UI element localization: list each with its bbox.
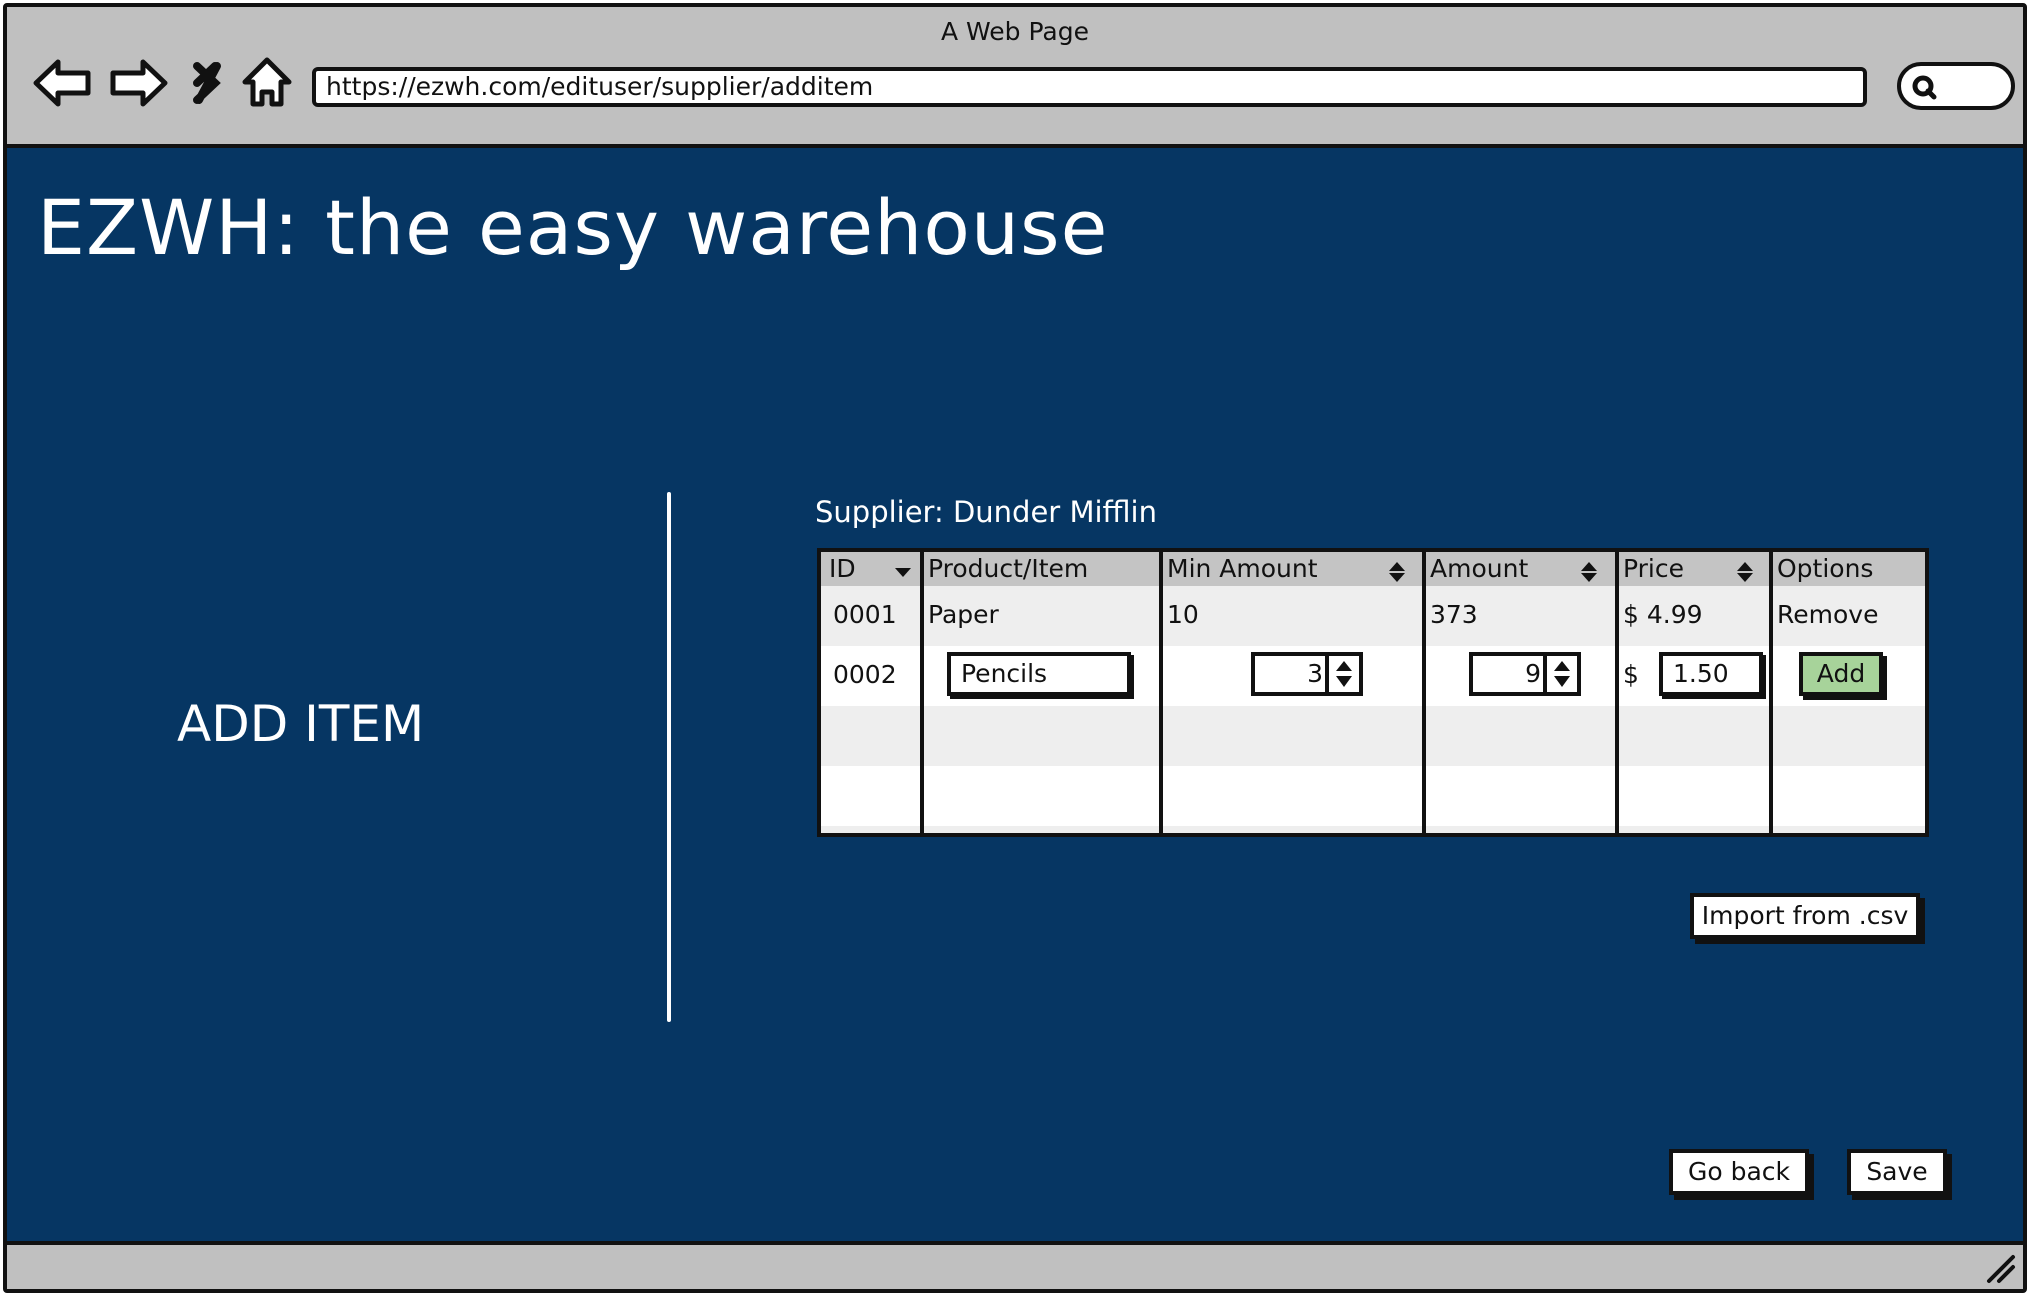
sort-updown-icon[interactable] bbox=[1735, 560, 1755, 584]
browser-search-field[interactable] bbox=[1897, 62, 2015, 110]
sort-desc-icon[interactable] bbox=[893, 560, 913, 584]
product-name-input[interactable]: Pencils bbox=[947, 652, 1131, 696]
spin-updown-icon[interactable] bbox=[1543, 656, 1577, 692]
add-button[interactable]: Add bbox=[1799, 652, 1883, 696]
amount-stepper[interactable]: 9 bbox=[1469, 652, 1581, 696]
table-row-empty bbox=[821, 766, 1925, 826]
forward-arrow-icon[interactable] bbox=[107, 52, 169, 114]
section-title: ADD ITEM bbox=[177, 695, 425, 753]
address-bar[interactable]: https://ezwh.com/edituser/supplier/addit… bbox=[312, 67, 1867, 107]
column-divider bbox=[920, 552, 924, 833]
column-divider bbox=[1769, 552, 1773, 833]
currency-symbol: $ bbox=[1623, 660, 1639, 689]
table-row-empty bbox=[821, 826, 1925, 833]
column-header-amount[interactable]: Amount bbox=[1430, 554, 1528, 583]
sort-updown-icon[interactable] bbox=[1579, 560, 1599, 584]
status-bar bbox=[7, 1241, 2023, 1289]
cell-amount: 373 bbox=[1430, 600, 1478, 629]
browser-window: A Web Page https://ezwh.com/edituser/sup… bbox=[3, 3, 2027, 1293]
supplier-label: Supplier: Dunder Mifflin bbox=[815, 495, 1157, 529]
browser-toolbar: A Web Page https://ezwh.com/edituser/sup… bbox=[7, 7, 2023, 148]
remove-link[interactable]: Remove bbox=[1777, 600, 1878, 629]
cell-product: Paper bbox=[928, 600, 999, 629]
sort-updown-icon[interactable] bbox=[1387, 560, 1407, 584]
app-title: EZWH: the easy warehouse bbox=[37, 183, 1109, 272]
go-back-button[interactable]: Go back bbox=[1669, 1149, 1809, 1195]
column-header-product[interactable]: Product/Item bbox=[928, 554, 1088, 583]
price-input[interactable]: 1.50 bbox=[1659, 652, 1763, 696]
cell-id: 0001 bbox=[833, 600, 897, 629]
save-button[interactable]: Save bbox=[1847, 1149, 1947, 1195]
column-header-price[interactable]: Price bbox=[1623, 554, 1684, 583]
table-row-empty bbox=[821, 706, 1925, 766]
import-csv-button[interactable]: Import from .csv bbox=[1690, 893, 1920, 939]
min-amount-stepper[interactable]: 3 bbox=[1251, 652, 1363, 696]
search-icon bbox=[1912, 75, 1937, 100]
amount-value: 9 bbox=[1525, 659, 1541, 688]
column-header-options: Options bbox=[1777, 554, 1874, 583]
cell-min-amount: 10 bbox=[1167, 600, 1199, 629]
column-header-id[interactable]: ID bbox=[829, 554, 856, 583]
home-icon[interactable] bbox=[239, 52, 301, 114]
resize-grip-icon[interactable] bbox=[1983, 1251, 2017, 1285]
cell-price: $ 4.99 bbox=[1623, 600, 1703, 629]
spin-updown-icon[interactable] bbox=[1325, 656, 1359, 692]
column-divider bbox=[1159, 552, 1163, 833]
column-divider bbox=[1422, 552, 1426, 833]
min-amount-value: 3 bbox=[1307, 659, 1323, 688]
column-header-min-amount[interactable]: Min Amount bbox=[1167, 554, 1318, 583]
window-title: A Web Page bbox=[940, 17, 1090, 46]
cell-id-new: 0002 bbox=[833, 660, 897, 689]
back-arrow-icon[interactable] bbox=[32, 52, 94, 114]
column-divider bbox=[1615, 552, 1619, 833]
items-table: ID Product/Item Min Amount Amount Price … bbox=[817, 548, 1929, 837]
vertical-divider bbox=[667, 492, 671, 1022]
